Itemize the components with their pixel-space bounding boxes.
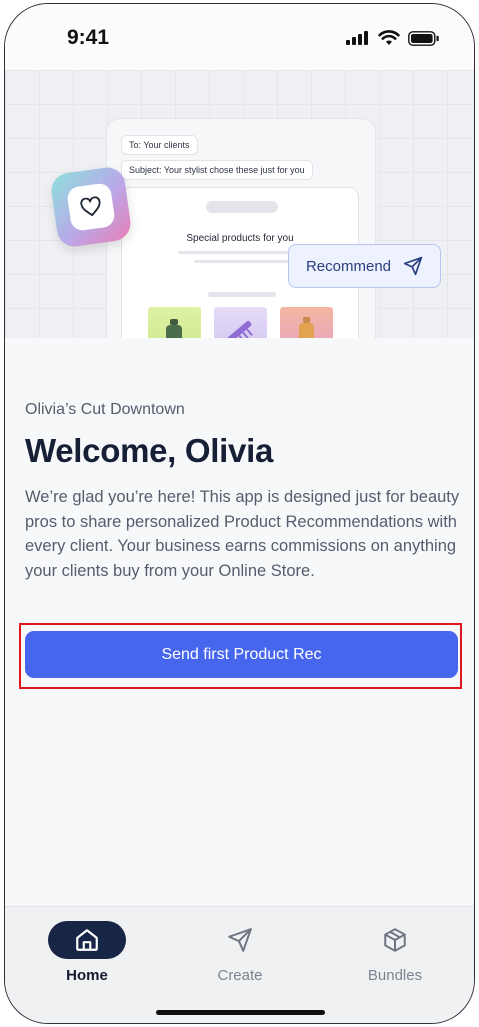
status-bar: 9:41 (5, 4, 474, 70)
send-icon (403, 256, 423, 276)
intro-description: We’re glad you’re here! This app is desi… (25, 488, 460, 580)
tab-bundles-label: Bundles (367, 967, 423, 984)
home-icon (76, 929, 98, 951)
recommend-chip: Recommend (288, 244, 441, 288)
send-icon (228, 928, 252, 952)
heart-icon (80, 196, 101, 217)
placeholder-line (194, 260, 290, 263)
store-name: Olivia’s Cut Downtown (25, 401, 185, 418)
status-icons (346, 30, 440, 46)
hero-illustration: To: Your clients Subject: Your stylist c… (5, 70, 474, 338)
tab-home-label: Home (66, 967, 108, 984)
bottom-tab-bar: Home Create Bundles (5, 906, 474, 1023)
box-icon (384, 928, 406, 952)
bottle-icon (166, 319, 182, 338)
tab-bundles[interactable]: Bundles (335, 921, 455, 984)
email-subject-line: Subject: Your stylist chose these just f… (121, 160, 313, 180)
product-thumbnail (148, 307, 201, 338)
email-to-line: To: Your clients (121, 135, 198, 155)
phone-frame: 9:41 To: Your clients Subject: Your styl… (4, 3, 475, 1024)
placeholder-bar (206, 201, 278, 213)
battery-icon (408, 30, 439, 46)
recommend-label: Recommend (305, 257, 392, 275)
home-indicator[interactable] (156, 1010, 325, 1015)
heart-badge (49, 165, 133, 249)
bottle-icon (299, 317, 314, 338)
wifi-icon (378, 30, 400, 45)
page-title: Welcome, Olivia (25, 432, 273, 469)
tab-create-label: Create (217, 967, 263, 984)
placeholder-bar (208, 292, 276, 297)
product-thumbnail (280, 307, 333, 338)
email-card-heading: Special products for you (186, 233, 294, 244)
tab-home[interactable]: Home (27, 921, 147, 984)
cellular-signal-icon (346, 31, 368, 45)
tab-create[interactable]: Create (180, 921, 300, 984)
comb-icon (226, 320, 253, 338)
status-time: 9:41 (67, 26, 110, 49)
product-thumbnail (214, 307, 267, 338)
send-first-product-rec-button[interactable]: Send first Product Rec (25, 631, 458, 678)
placeholder-line (178, 251, 304, 254)
